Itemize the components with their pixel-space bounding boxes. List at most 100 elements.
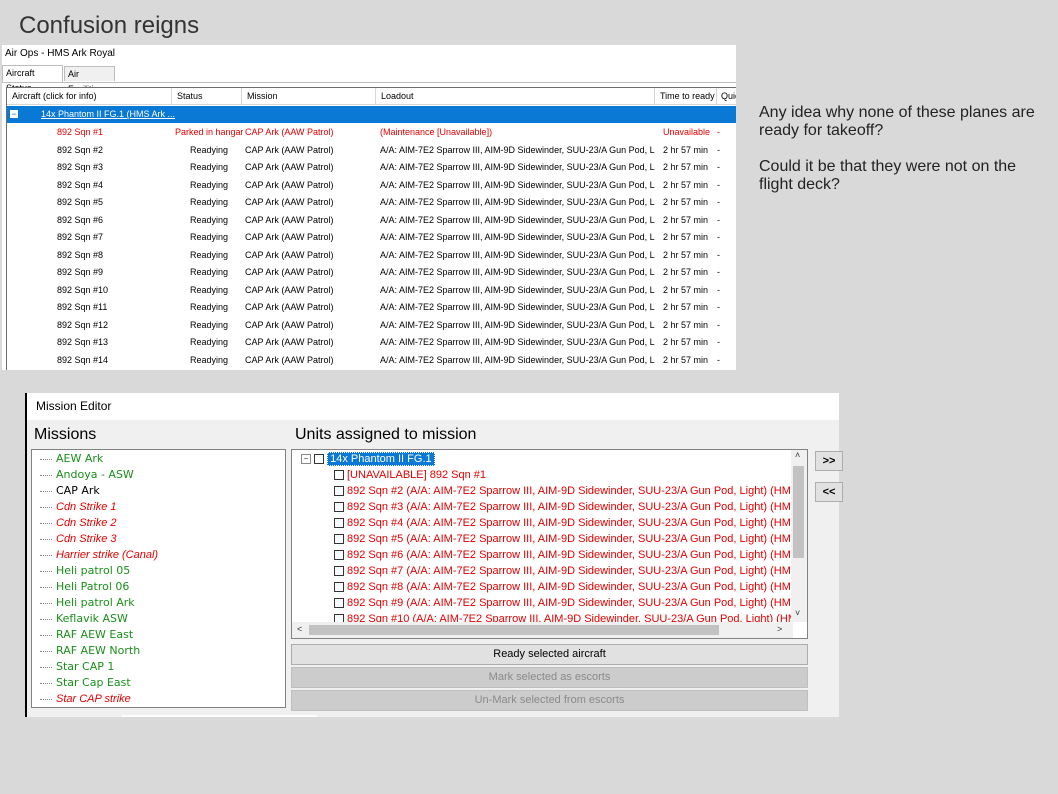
tab-aircraft-status[interactable]: Aircraft Status — [2, 65, 63, 93]
unit-label: 892 Sqn #3 (A/A: AIM-7E2 Sparrow III, AI… — [347, 501, 799, 513]
unit-tree-item[interactable]: 892 Sqn #8 (A/A: AIM-7E2 Sparrow III, AI… — [334, 579, 798, 595]
column-header-mission[interactable]: Mission — [242, 88, 376, 105]
mission-list-item[interactable]: Cdn Strike 3 — [40, 531, 117, 547]
horizontal-scrollbar[interactable]: < > — [292, 622, 793, 638]
column-header-status[interactable]: Status — [172, 88, 242, 105]
tree-connector — [40, 474, 52, 476]
aircraft-group-link[interactable]: 14x Phantom II FG.1 (HMS Ark ... — [41, 106, 175, 123]
aircraft-row[interactable]: 892 Sqn #14 Readying CAP Ark (AAW Patrol) A… — [7, 352, 736, 370]
unit-checkbox[interactable] — [334, 566, 344, 577]
unit-checkbox[interactable] — [334, 470, 344, 481]
mission-list-item[interactable]: RAF AEW North — [40, 643, 140, 659]
units-assigned-tree[interactable]: − 14x Phantom II FG.1 [UNAVAILABLE] 892 … — [291, 449, 808, 639]
aircraft-name-cell: 892 Sqn #5 — [57, 197, 104, 207]
scroll-right-icon[interactable]: > — [777, 624, 782, 634]
aircraft-name-cell: 892 Sqn #1 — [57, 127, 104, 137]
tree-root-label[interactable]: 14x Phantom II FG.1 — [327, 452, 435, 467]
quick-cell: - — [717, 197, 720, 207]
mission-list-item[interactable]: AEW Ark — [40, 451, 103, 467]
vertical-scrollbar[interactable]: ˄ ˅ — [791, 450, 807, 622]
mission-label: AEW Ark — [56, 452, 104, 465]
time-to-ready-cell: Unavailable — [663, 127, 711, 137]
unit-checkbox[interactable] — [334, 518, 344, 529]
aircraft-row[interactable]: 892 Sqn #6 Readying CAP Ark (AAW Patrol) A/… — [7, 212, 736, 230]
aircraft-row[interactable]: 892 Sqn #8 Readying CAP Ark (AAW Patrol) A/… — [7, 247, 736, 265]
mark-escorts-button[interactable]: Mark selected as escorts — [291, 667, 808, 688]
aircraft-group-row[interactable]: − 14x Phantom II FG.1 (HMS Ark ... — [7, 106, 736, 123]
time-to-ready-cell: 2 hr 57 min — [663, 337, 709, 347]
column-header-time-to-ready[interactable]: Time to ready — [655, 88, 717, 105]
mission-list-item[interactable]: Cdn Strike 1 — [40, 499, 117, 515]
aircraft-row[interactable]: 892 Sqn #13 Readying CAP Ark (AAW Patrol) A… — [7, 334, 736, 352]
unit-tree-item[interactable]: 892 Sqn #2 (A/A: AIM-7E2 Sparrow III, AI… — [334, 483, 798, 499]
status-cell: Readying — [189, 179, 229, 190]
mission-list-item[interactable]: Keflavik ASW — [40, 611, 128, 627]
unit-label: 892 Sqn #2 (A/A: AIM-7E2 Sparrow III, AI… — [347, 485, 799, 497]
unit-tree-item[interactable]: 892 Sqn #7 (A/A: AIM-7E2 Sparrow III, AI… — [334, 563, 798, 579]
mission-label: Harrier strike (Canal) — [56, 549, 159, 561]
collapse-icon[interactable]: − — [10, 110, 18, 119]
unit-tree-item[interactable]: 892 Sqn #6 (A/A: AIM-7E2 Sparrow III, AI… — [334, 547, 798, 563]
tree-root-row[interactable]: − 14x Phantom II FG.1 — [301, 452, 435, 467]
unassign-units-button[interactable]: << — [815, 482, 843, 502]
mission-list-item[interactable]: Heli Patrol 06 — [40, 579, 129, 595]
aircraft-row[interactable]: 892 Sqn #11 Readying CAP Ark (AAW Patrol) A… — [7, 299, 736, 317]
unit-checkbox[interactable] — [334, 486, 344, 497]
quick-cell: - — [717, 162, 720, 172]
loadout-cell: A/A: AIM-7E2 Sparrow III, AIM-9D Sidewin… — [380, 337, 655, 347]
unit-checkbox[interactable] — [334, 598, 344, 609]
aircraft-row[interactable]: 892 Sqn #12 Readying CAP Ark (AAW Patrol) A… — [7, 317, 736, 335]
aircraft-row[interactable]: 892 Sqn #3 Readying CAP Ark (AAW Patrol) A/… — [7, 159, 736, 177]
scroll-down-icon[interactable]: ˅ — [795, 608, 800, 618]
mission-list-item[interactable]: Harrier strike (Canal) — [40, 547, 158, 563]
aircraft-row[interactable]: 892 Sqn #2 Readying CAP Ark (AAW Patrol) A/… — [7, 142, 736, 160]
aircraft-row[interactable]: 892 Sqn #1 Parked in hangar CAP Ark (AAW P… — [7, 124, 736, 142]
unit-tree-item[interactable]: 892 Sqn #5 (A/A: AIM-7E2 Sparrow III, AI… — [334, 531, 798, 547]
time-to-ready-cell: 2 hr 57 min — [663, 302, 709, 312]
mission-list-item[interactable]: Cdn Strike 2 — [40, 515, 117, 531]
missions-tree[interactable]: AEW Ark Andoya - ASW CAP Ark Cdn Strike 1 Cd… — [31, 449, 286, 708]
mission-list-item[interactable]: RAF AEW East — [40, 627, 133, 643]
loadout-cell: (Maintenance [Unavailable]) — [380, 127, 493, 137]
unit-checkbox[interactable] — [334, 502, 344, 513]
assign-units-button[interactable]: >> — [815, 451, 843, 471]
mission-list-item[interactable]: Heli patrol 05 — [40, 563, 130, 579]
aircraft-row[interactable]: 892 Sqn #5 Readying CAP Ark (AAW Patrol) A/… — [7, 194, 736, 212]
unit-label: 892 Sqn #9 (A/A: AIM-7E2 Sparrow III, AI… — [347, 597, 799, 609]
mission-list-item[interactable]: Andoya - ASW — [40, 467, 134, 483]
mission-label: Andoya - ASW — [56, 468, 134, 481]
unit-tree-item[interactable]: [UNAVAILABLE] 892 Sqn #1 — [334, 467, 486, 483]
column-header-loadout[interactable]: Loadout — [376, 88, 655, 105]
unmark-escorts-button[interactable]: Un-Mark selected from escorts — [291, 690, 808, 711]
column-header-aircraft[interactable]: Aircraft (click for info) — [7, 88, 172, 105]
vertical-scroll-thumb[interactable] — [793, 466, 804, 558]
scroll-left-icon[interactable]: < — [297, 624, 302, 634]
unit-tree-item[interactable]: 892 Sqn #3 (A/A: AIM-7E2 Sparrow III, AI… — [334, 499, 798, 515]
aircraft-row[interactable]: 892 Sqn #10 Readying CAP Ark (AAW Patrol) A… — [7, 282, 736, 300]
quick-cell: - — [717, 267, 720, 277]
aircraft-row[interactable]: 892 Sqn #9 Readying CAP Ark (AAW Patrol) A/… — [7, 264, 736, 282]
mission-list-item[interactable]: Star CAP strike — [40, 691, 131, 707]
mission-list-item[interactable]: Star Cap East — [40, 675, 131, 691]
loadout-cell: A/A: AIM-7E2 Sparrow III, AIM-9D Sidewin… — [380, 354, 655, 365]
tab-air-facilities[interactable]: Air Facilities — [64, 66, 115, 94]
status-cell: Readying — [189, 144, 229, 155]
aircraft-row[interactable]: 892 Sqn #4 Readying CAP Ark (AAW Patrol) A/… — [7, 177, 736, 195]
unit-checkbox[interactable] — [334, 582, 344, 593]
aircraft-row[interactable]: 892 Sqn #7 Readying CAP Ark (AAW Patrol) A/… — [7, 229, 736, 247]
unit-tree-item[interactable]: 892 Sqn #9 (A/A: AIM-7E2 Sparrow III, AI… — [334, 595, 798, 611]
unit-checkbox[interactable] — [334, 550, 344, 561]
mission-list-item[interactable]: Heli patrol Ark — [40, 595, 135, 611]
mission-list-item[interactable]: CAP Ark — [40, 483, 100, 499]
ready-selected-aircraft-button[interactable]: Ready selected aircraft — [291, 644, 808, 665]
window-edge-fragment — [122, 715, 317, 717]
tree-root-checkbox[interactable] — [314, 454, 325, 465]
question-comment: Any idea why none of these planes are re… — [759, 104, 1049, 212]
unit-tree-item[interactable]: 892 Sqn #4 (A/A: AIM-7E2 Sparrow III, AI… — [334, 515, 798, 531]
unit-checkbox[interactable] — [334, 534, 344, 545]
horizontal-scroll-thumb[interactable] — [309, 625, 719, 635]
collapse-icon[interactable]: − — [301, 454, 311, 465]
column-header-quick[interactable]: Quic — [717, 88, 736, 105]
mission-list-item[interactable]: Star CAP 1 — [40, 659, 114, 675]
scroll-up-icon[interactable]: ˄ — [795, 450, 800, 460]
